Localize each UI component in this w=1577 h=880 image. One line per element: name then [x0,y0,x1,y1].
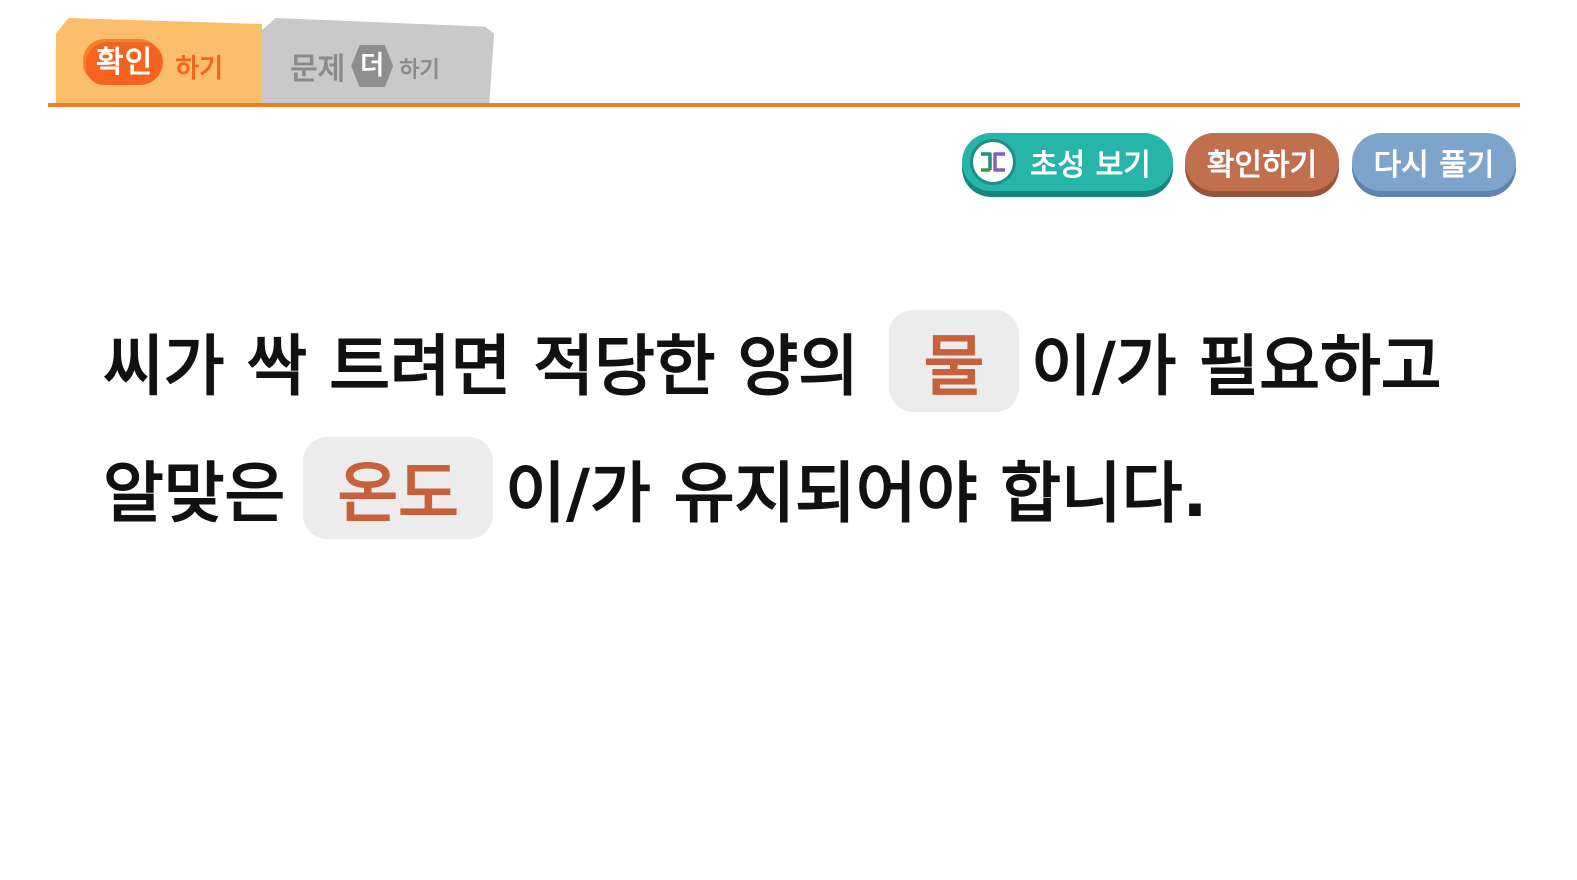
sentence-line-1: 씨가 싹 트려면 적당한 양의 물 이/가 필요하고 [103,310,1441,412]
answer-blank-1[interactable]: 물 [888,310,1019,412]
show-initials-button[interactable]: 초성 보기 [962,133,1173,191]
tab-check-content: 확인 하기 [86,42,223,85]
sentence-word: 트려면 [329,328,512,405]
sentence-word: 적당한 [533,328,716,405]
sentence-word: 이/가 [1030,328,1177,405]
sentence-line-2: 알맞은 온도 이/가 유지되어야 합니다. [103,437,1208,539]
sentence-word: 필요하고 [1198,328,1442,405]
tab-divider [48,103,1520,107]
sentence-tail: 이/가 유지되어야 합니다. [505,455,1208,532]
tab-more-badge: 더 [351,45,394,87]
tab-check[interactable]: 확인 하기 [56,18,262,104]
tab-check-suffix: 하기 [175,54,224,84]
answer-blank-2[interactable]: 온도 [303,437,494,539]
tab-more-prefix: 문제 [290,52,346,87]
tab-more-problems[interactable]: 문제 더 하기 [262,18,494,104]
tab-more-content: 문제 더 하기 [290,44,440,88]
tab-check-badge: 확인 [86,42,164,85]
initial-consonant-glyph [981,152,1005,172]
sentence-word: 양의 [737,328,859,405]
check-answer-button[interactable]: 확인하기 [1185,133,1339,191]
initial-consonant-icon [970,139,1016,185]
show-initials-label: 초성 보기 [1030,148,1151,183]
retry-button[interactable]: 다시 풀기 [1352,133,1516,191]
tab-more-suffix: 하기 [399,58,440,83]
sentence-word: 싹 [246,328,308,405]
sentence-word: 알맞은 [103,455,286,532]
sentence-word: 씨가 [103,328,225,405]
